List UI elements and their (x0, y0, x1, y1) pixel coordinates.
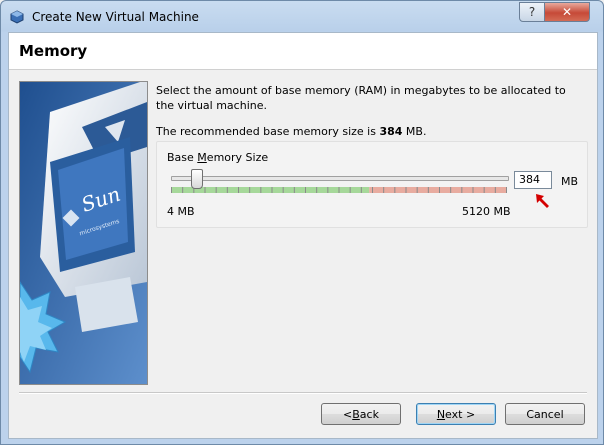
help-button[interactable]: ? (519, 2, 545, 22)
next-label-post: ext > (445, 407, 476, 421)
back-label-accel: B (352, 407, 360, 421)
memory-label-post: emory Size (206, 151, 269, 164)
close-button[interactable]: ✕ (544, 2, 590, 22)
memory-size-input[interactable] (514, 171, 552, 189)
red-arrow-pointer-icon (536, 194, 549, 208)
wizard-graphic: Sun microsystems (19, 81, 148, 385)
slider-ticks (171, 187, 507, 193)
page-description: Select the amount of base memory (RAM) i… (156, 84, 566, 112)
cancel-label: Cancel (526, 407, 564, 421)
back-label-post: ack (359, 407, 379, 421)
slider-max-label: 5120 MB (462, 205, 511, 218)
memory-size-group: Base Memory Size 4 MB 5120 MB MB (156, 141, 588, 228)
dialog-body: Memory Sun microsystems Select the amoun… (8, 32, 598, 439)
memory-size-label: Base Memory Size (167, 151, 268, 164)
recommended-text: The recommended base memory size is 384 … (156, 125, 426, 138)
recommended-value: 384 (379, 125, 403, 138)
memory-label-pre: Base (167, 151, 198, 164)
cancel-button[interactable]: Cancel (505, 403, 585, 425)
help-icon: ? (528, 5, 536, 19)
footer-divider (19, 392, 587, 394)
sun-monitor-illustration: Sun microsystems (20, 82, 147, 384)
window-title: Create New Virtual Machine (32, 10, 199, 24)
page-title: Memory (19, 42, 88, 60)
next-button[interactable]: Next > (416, 403, 496, 425)
recommended-prefix: The recommended base memory size is (156, 125, 380, 138)
overcommit-zone (369, 187, 507, 193)
memory-label-accel: M (197, 151, 207, 164)
title-bar[interactable]: Create New Virtual Machine ? ✕ (1, 1, 603, 32)
back-label-pre: < (343, 407, 353, 421)
close-icon: ✕ (561, 5, 573, 19)
slider-thumb[interactable] (190, 169, 203, 189)
slider-min-label: 4 MB (167, 205, 195, 218)
dialog-window: Create New Virtual Machine ? ✕ Memory Su… (0, 0, 604, 445)
next-label-accel: N (436, 407, 446, 421)
back-button[interactable]: < Back (321, 403, 401, 425)
memory-unit-label: MB (561, 175, 579, 188)
slider-track[interactable] (171, 176, 509, 181)
virtualbox-icon (10, 10, 24, 24)
page-header: Memory (9, 33, 597, 70)
memory-slider[interactable] (171, 169, 509, 200)
recommended-suffix: MB. (402, 125, 427, 138)
